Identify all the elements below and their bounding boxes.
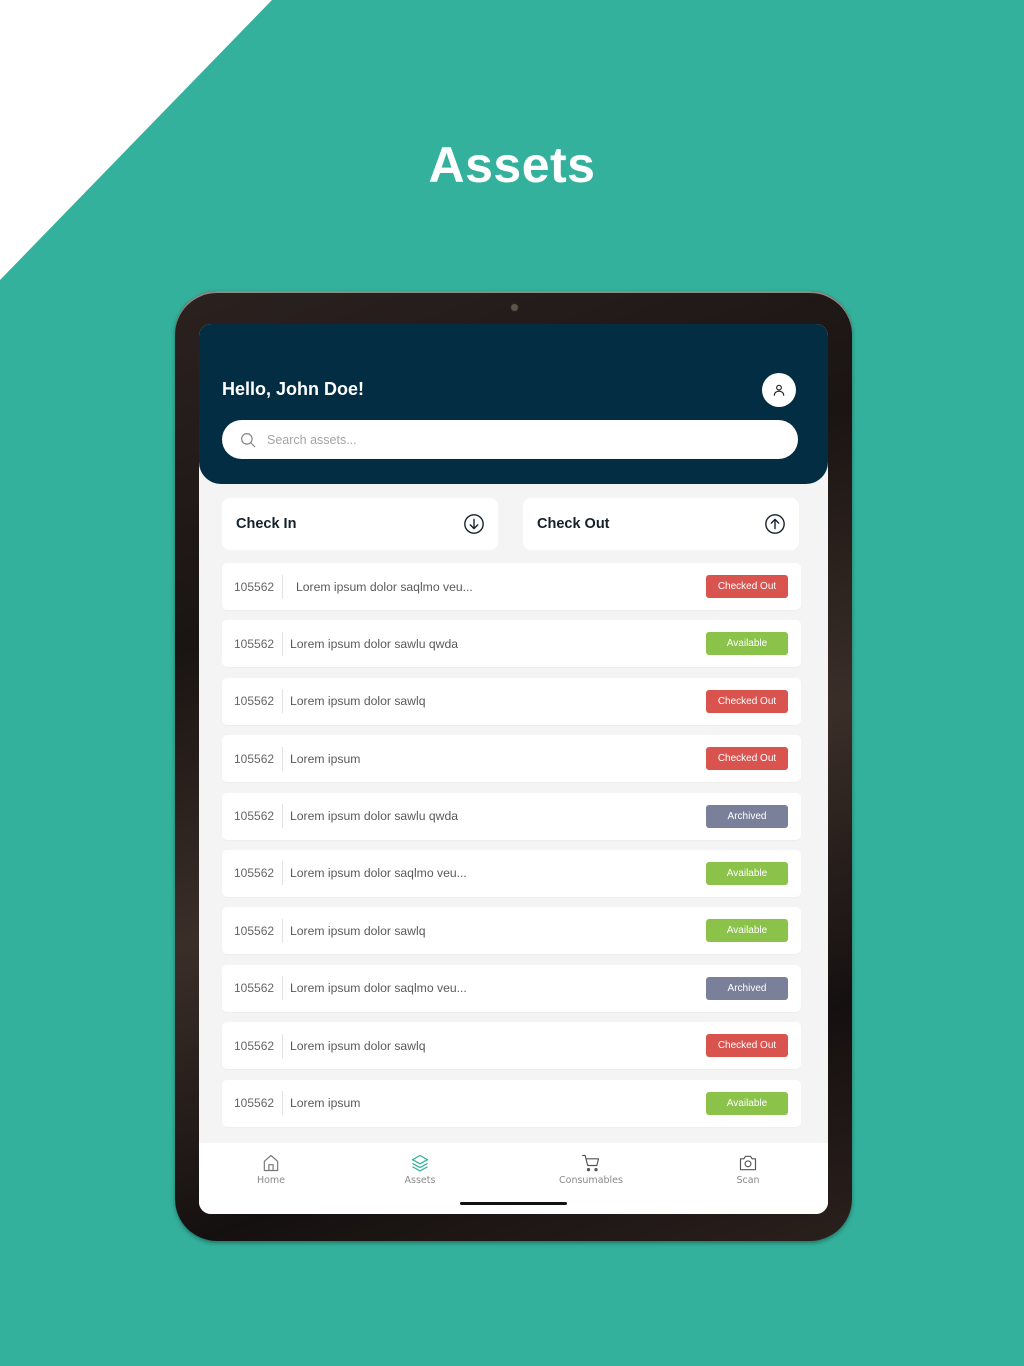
- status-badge: Available: [706, 1091, 788, 1115]
- asset-name: Lorem ipsum: [290, 1096, 361, 1111]
- camera-icon: [738, 1153, 758, 1173]
- asset-name: Lorem ipsum dolor sawlu qwda: [290, 636, 458, 651]
- row-divider: [282, 918, 283, 943]
- asset-id: 105562: [234, 1096, 275, 1111]
- row-divider: [282, 804, 283, 829]
- search-icon: [239, 431, 257, 449]
- nav-item-consumables[interactable]: Consumables: [546, 1153, 636, 1186]
- asset-row[interactable]: 105562 Lorem ipsum dolor sawlq Checked Out: [222, 677, 801, 725]
- asset-list: 105562 Lorem ipsum dolor saqlmo veu... Che…: [222, 563, 801, 1137]
- asset-row[interactable]: 105562 Lorem ipsum dolor saqlmo veu... Che…: [222, 563, 801, 610]
- status-badge: Available: [706, 632, 788, 656]
- home-icon: [261, 1153, 281, 1173]
- asset-row[interactable]: 105562 Lorem ipsum dolor sawlq Checked Out: [222, 1022, 801, 1070]
- nav-label-consumables: Consumables: [559, 1175, 623, 1186]
- asset-id: 105562: [234, 1038, 275, 1053]
- status-badge: Checked Out: [706, 575, 788, 598]
- nav-label-assets: Assets: [404, 1175, 436, 1186]
- row-divider: [282, 1091, 283, 1116]
- greeting-text: Hello, John Doe!: [222, 379, 365, 399]
- asset-id: 105562: [234, 579, 275, 594]
- asset-name: Lorem ipsum dolor saqlmo veu...: [296, 579, 473, 594]
- nav-item-scan[interactable]: Scan: [703, 1153, 793, 1186]
- status-badge: Available: [706, 919, 788, 943]
- check-in-label: Check In: [236, 516, 297, 532]
- asset-id: 105562: [234, 866, 275, 881]
- search-bar[interactable]: [222, 420, 798, 459]
- nav-label-scan: Scan: [736, 1175, 760, 1186]
- status-badge: Archived: [706, 804, 788, 828]
- row-divider: [282, 746, 283, 771]
- nav-label-home: Home: [256, 1175, 286, 1186]
- user-icon: [773, 384, 785, 396]
- search-input[interactable]: [267, 432, 767, 447]
- row-divider: [282, 689, 283, 714]
- asset-name: Lorem ipsum dolor sawlu qwda: [290, 809, 458, 824]
- asset-id: 105562: [234, 923, 275, 938]
- asset-row[interactable]: 105562 Lorem ipsum dolor sawlu qwda Availa…: [222, 620, 801, 668]
- status-badge: Archived: [706, 976, 788, 1000]
- arrow-down-circle-icon: [463, 513, 485, 535]
- asset-name: Lorem ipsum: [290, 751, 361, 766]
- bottom-nav: Home Assets Consumables Scan: [199, 1143, 828, 1214]
- row-divider: [282, 976, 283, 1001]
- arrow-up-circle-icon: [764, 513, 786, 535]
- row-divider: [282, 861, 283, 886]
- asset-name: Lorem ipsum dolor saqlmo veu...: [290, 981, 467, 996]
- asset-id: 105562: [234, 694, 275, 709]
- status-badge: Checked Out: [706, 1034, 788, 1058]
- home-indicator[interactable]: [460, 1202, 567, 1205]
- asset-row[interactable]: 105562 Lorem ipsum dolor saqlmo veu... Arc…: [222, 964, 801, 1012]
- camera-dot: [510, 303, 519, 312]
- check-out-label: Check Out: [537, 516, 610, 532]
- asset-row[interactable]: 105562 Lorem ipsum Checked Out: [222, 735, 801, 783]
- row-divider: [282, 574, 283, 599]
- app-screen: Hello, John Doe! Check In: [199, 324, 828, 1214]
- check-in-button[interactable]: Check In: [222, 498, 498, 550]
- layers-icon: [410, 1153, 430, 1173]
- asset-name: Lorem ipsum dolor sawlq: [290, 694, 426, 709]
- asset-row[interactable]: 105562 Lorem ipsum Available: [222, 1079, 801, 1127]
- row-divider: [282, 631, 283, 656]
- tablet-frame: Hello, John Doe! Check In: [175, 291, 852, 1241]
- cart-icon: [581, 1153, 601, 1173]
- row-divider: [282, 1033, 283, 1058]
- asset-row[interactable]: 105562 Lorem ipsum dolor sawlq Available: [222, 907, 801, 955]
- asset-row[interactable]: 105562 Lorem ipsum dolor saqlmo veu... Ava…: [222, 849, 801, 897]
- asset-id: 105562: [234, 636, 275, 651]
- status-badge: Available: [706, 861, 788, 885]
- page-title: Assets: [428, 137, 596, 193]
- app-header: Hello, John Doe!: [199, 324, 828, 484]
- asset-id: 105562: [234, 809, 275, 824]
- asset-id: 105562: [234, 751, 275, 766]
- asset-row[interactable]: 105562 Lorem ipsum dolor sawlu qwda Archiv…: [222, 792, 801, 840]
- check-out-button[interactable]: Check Out: [523, 498, 799, 550]
- nav-item-assets[interactable]: Assets: [375, 1153, 465, 1186]
- status-badge: Checked Out: [706, 747, 788, 771]
- asset-name: Lorem ipsum dolor saqlmo veu...: [290, 866, 467, 881]
- profile-button[interactable]: [762, 373, 796, 407]
- status-badge: Checked Out: [706, 689, 788, 713]
- asset-id: 105562: [234, 981, 275, 996]
- asset-name: Lorem ipsum dolor sawlq: [290, 923, 426, 938]
- asset-name: Lorem ipsum dolor sawlq: [290, 1038, 426, 1053]
- nav-item-home[interactable]: Home: [226, 1153, 316, 1186]
